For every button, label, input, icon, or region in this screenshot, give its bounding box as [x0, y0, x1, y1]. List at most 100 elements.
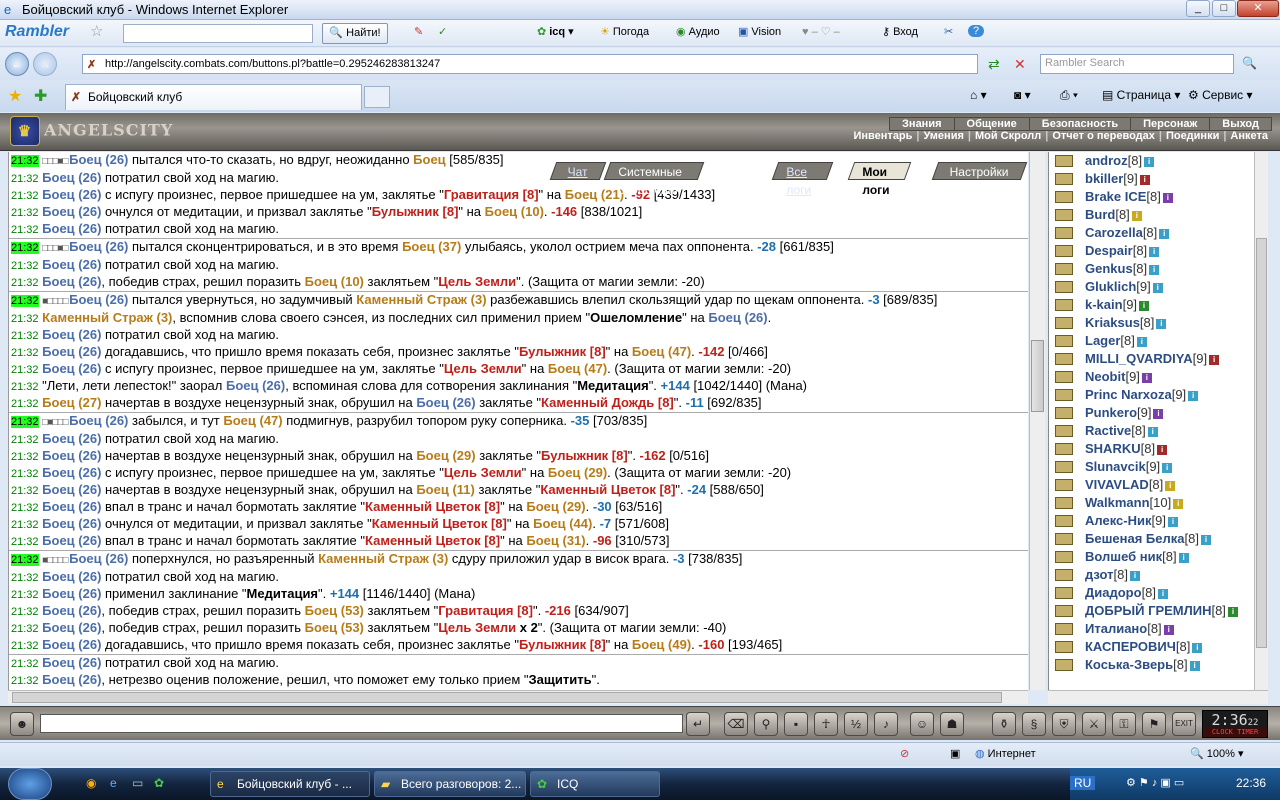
- log-time[interactable]: 21:32: [11, 640, 39, 652]
- flag-icon[interactable]: ⚑: [1142, 712, 1166, 736]
- menu-skills[interactable]: Умения: [920, 130, 968, 142]
- user-row[interactable]: k-kain[9] i: [1049, 296, 1268, 314]
- opponent-name[interactable]: Боец (21): [565, 187, 624, 202]
- user-row[interactable]: Genkus[8] i: [1049, 260, 1268, 278]
- opponent-name[interactable]: Боец (29): [548, 465, 607, 480]
- user-info-icon[interactable]: i: [1136, 336, 1147, 347]
- private-message-icon[interactable]: [1055, 497, 1073, 509]
- opponent-name[interactable]: Каменный Страж (3): [42, 310, 172, 325]
- user-row[interactable]: Коська-Зверь[8] i: [1049, 656, 1268, 674]
- new-tab-button[interactable]: [364, 86, 390, 108]
- star-icon[interactable]: ☆: [90, 22, 103, 40]
- tab-my-logs[interactable]: Мои логи: [847, 162, 912, 197]
- user-row[interactable]: Brake ICE[8] i: [1049, 188, 1268, 206]
- quicklaunch-icon[interactable]: ◉: [86, 776, 96, 790]
- opponent-name[interactable]: Боец (53): [305, 620, 364, 635]
- user-info-icon[interactable]: i: [1162, 192, 1173, 203]
- private-message-icon[interactable]: [1055, 335, 1073, 347]
- user-row[interactable]: Диадоро[8] i: [1049, 584, 1268, 602]
- log-time[interactable]: 21:32: [11, 207, 39, 219]
- private-message-icon[interactable]: [1055, 605, 1073, 617]
- user-name[interactable]: Burd: [1085, 207, 1115, 222]
- user-info-icon[interactable]: i: [1139, 300, 1150, 311]
- private-message-icon[interactable]: [1055, 245, 1073, 257]
- exit-icon[interactable]: EXIT: [1172, 712, 1196, 736]
- fighter-icon[interactable]: ☥: [814, 712, 838, 736]
- log-time[interactable]: 21:32: [11, 468, 39, 480]
- user-info-icon[interactable]: i: [1144, 156, 1155, 167]
- log-time[interactable]: 21:32: [11, 519, 39, 531]
- user-row[interactable]: Италиано[8] i: [1049, 620, 1268, 638]
- log-time[interactable]: 21:32: [11, 606, 39, 618]
- user-row[interactable]: Алекс-Ник[9] i: [1049, 512, 1268, 530]
- opponent-name[interactable]: Боец (29): [526, 499, 585, 514]
- users-hscrollbar[interactable]: [1048, 690, 1268, 704]
- audio-button[interactable]: ◉ Аудио: [676, 25, 720, 38]
- slash-icon[interactable]: ½: [844, 712, 868, 736]
- fighter-name[interactable]: Боец (26): [42, 170, 101, 185]
- language-indicator[interactable]: RU: [1070, 776, 1096, 790]
- private-message-icon[interactable]: [1055, 299, 1073, 311]
- vision-button[interactable]: ▣ Vision: [738, 25, 781, 38]
- user-row[interactable]: Burd[8] i: [1049, 206, 1268, 224]
- help-icon[interactable]: ?: [968, 25, 984, 37]
- security-icon[interactable]: ▣: [950, 747, 960, 760]
- log-hscroll-thumb[interactable]: [12, 692, 1002, 703]
- private-message-icon[interactable]: [1055, 551, 1073, 563]
- user-name[interactable]: дзот: [1085, 567, 1114, 582]
- minimize-button[interactable]: _: [1186, 0, 1210, 17]
- fighter-name[interactable]: Боец (26): [42, 257, 101, 272]
- user-row[interactable]: SHARKU[8] i: [1049, 440, 1268, 458]
- fighter-name[interactable]: Боец (26): [42, 187, 101, 202]
- log-time[interactable]: 21:32: [11, 224, 39, 236]
- user-info-icon[interactable]: i: [1200, 534, 1211, 545]
- user-row[interactable]: androz[8] i: [1049, 152, 1268, 170]
- user-info-icon[interactable]: i: [1227, 606, 1238, 617]
- fighter-name[interactable]: Боец (26): [42, 533, 101, 548]
- page-menu[interactable]: ▤ Страница ▾: [1102, 88, 1180, 102]
- settings-icon[interactable]: ✂: [944, 25, 953, 38]
- log-hscrollbar[interactable]: [8, 690, 1028, 704]
- menu-transfers[interactable]: Отчет о переводах: [1048, 130, 1159, 142]
- user-info-icon[interactable]: i: [1152, 282, 1163, 293]
- menu-inventory[interactable]: Инвентарь: [850, 130, 917, 142]
- log-time[interactable]: 21:32: [11, 190, 39, 202]
- log-scroll-thumb[interactable]: [1031, 340, 1044, 412]
- rambler-search-input[interactable]: [123, 24, 313, 43]
- log-time[interactable]: 21:32: [11, 313, 39, 325]
- user-row[interactable]: Бешеная Белка[8] i: [1049, 530, 1268, 548]
- log-time[interactable]: 21:32: [11, 623, 39, 635]
- users-scroll-thumb[interactable]: [1256, 238, 1267, 648]
- fighter-name[interactable]: Боец (26): [69, 152, 128, 167]
- opponent-name[interactable]: Каменный Страж (3): [356, 292, 486, 307]
- log-time[interactable]: 21:32: [11, 277, 39, 289]
- fight-icon[interactable]: ⚔: [1082, 712, 1106, 736]
- user-info-icon[interactable]: i: [1149, 264, 1160, 275]
- user-name[interactable]: Lager: [1085, 333, 1120, 348]
- private-message-icon[interactable]: [1055, 281, 1073, 293]
- fighter-name[interactable]: Боец (26): [42, 482, 101, 497]
- log-time[interactable]: 21:32: [11, 434, 39, 446]
- popup-blocked-icon[interactable]: ⊘: [900, 747, 909, 760]
- fighter-name[interactable]: Боец (26): [69, 551, 128, 566]
- user-name[interactable]: Slunavcik: [1085, 459, 1146, 474]
- private-message-icon[interactable]: [1055, 623, 1073, 635]
- fighter-name[interactable]: Боец (26): [42, 431, 101, 446]
- start-button[interactable]: [8, 768, 52, 800]
- fighter-name[interactable]: Боец (26): [42, 448, 101, 463]
- maximize-button[interactable]: □: [1212, 0, 1236, 17]
- fighter-name[interactable]: Боец (26): [42, 274, 101, 289]
- fighter-name[interactable]: Боец (26): [708, 310, 767, 325]
- user-name[interactable]: Алекс-Ник: [1085, 513, 1152, 528]
- opponent-name[interactable]: Боец (37): [402, 239, 461, 254]
- user-row[interactable]: Волшеб ник[8] i: [1049, 548, 1268, 566]
- user-row[interactable]: Princ Narxoza[9] i: [1049, 386, 1268, 404]
- user-info-icon[interactable]: i: [1141, 372, 1152, 383]
- user-name[interactable]: КАСПЕРОВИЧ: [1085, 639, 1176, 654]
- user-info-icon[interactable]: i: [1188, 390, 1199, 401]
- user-info-icon[interactable]: i: [1192, 642, 1203, 653]
- opponent-name[interactable]: Боец (31): [526, 533, 585, 548]
- opponent-name[interactable]: Боец (27): [42, 395, 101, 410]
- zoom-level[interactable]: 🔍 100% ▾: [1190, 747, 1243, 760]
- user-info-icon[interactable]: i: [1167, 516, 1178, 527]
